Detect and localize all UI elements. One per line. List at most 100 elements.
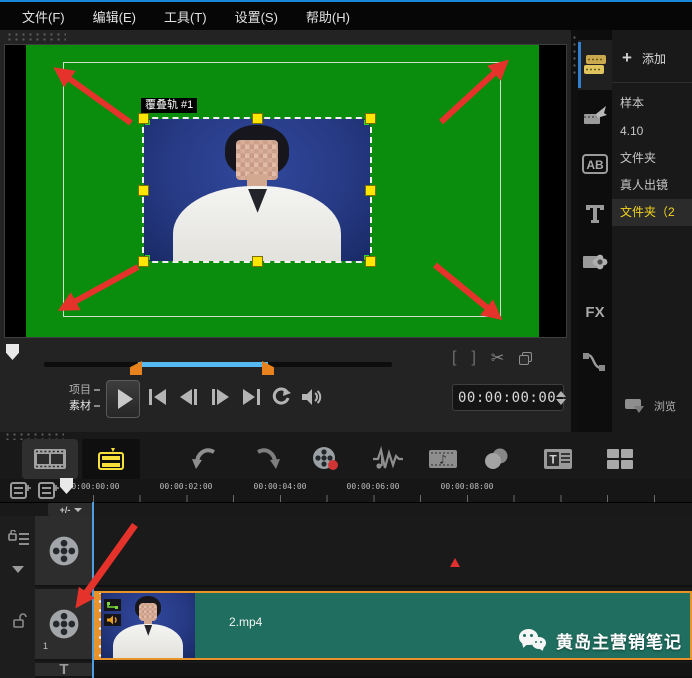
svg-text:AB: AB (586, 158, 604, 172)
enlarge-preview-icon[interactable] (519, 352, 532, 365)
film-reel-icon (46, 533, 82, 569)
go-start-icon[interactable] (146, 386, 170, 408)
svg-text:♪: ♪ (439, 453, 447, 467)
video-editor-window: 文件(F) 编辑(E) 工具(T) 设置(S) 帮助(H) (0, 0, 692, 678)
transitions-icon[interactable] (578, 94, 612, 138)
chevron-down-icon (74, 508, 82, 512)
title-track-row[interactable] (93, 663, 692, 678)
menu-bar: 文件(F) 编辑(E) 工具(T) 设置(S) 帮助(H) (0, 0, 692, 30)
mode-project[interactable]: 项目 (69, 382, 91, 398)
wechat-icon (519, 629, 549, 653)
resize-handle-br[interactable] (365, 256, 376, 267)
track-add-remove-button[interactable]: +/- (48, 503, 94, 516)
resize-handle-tr[interactable] (365, 113, 376, 124)
filters-fx-icon[interactable]: FX (578, 290, 612, 334)
menu-item-settings[interactable]: 设置(S) (235, 7, 278, 26)
auto-music-icon[interactable]: ♪ (425, 443, 461, 475)
watermark: 黄岛主营销笔记 (519, 628, 682, 653)
play-button[interactable] (106, 380, 140, 418)
preview-screen: 覆叠轨 #1 (4, 44, 567, 338)
library-item-sample[interactable]: 样本 (612, 90, 692, 117)
top-section: 覆叠轨 #1 [ ] ✂ (0, 30, 692, 432)
title-track-icon: T (59, 663, 68, 677)
ruler-label-0s: 00:00:00:00 (67, 482, 120, 491)
painting-creator-icon[interactable] (479, 443, 515, 475)
motion-path-icon[interactable] (578, 340, 612, 384)
collapse-tracks-icon[interactable] (12, 566, 24, 573)
redo-icon[interactable] (249, 443, 285, 475)
add-button[interactable]: + 添加 (622, 48, 666, 68)
chapter-marker[interactable] (450, 558, 460, 567)
go-end-icon[interactable] (239, 386, 263, 408)
add-overlay-track-icon[interactable] (38, 482, 59, 499)
menu-item-file[interactable]: 文件(F) (22, 7, 65, 26)
track-manager-icon[interactable] (602, 443, 638, 475)
library-item-oncamera[interactable]: 真人出镜 (612, 172, 692, 199)
resize-handle-bl[interactable] (138, 256, 149, 267)
record-capture-icon[interactable] (307, 443, 343, 475)
motion-keyframe-icon (104, 599, 121, 611)
next-frame-icon[interactable] (208, 386, 232, 408)
media-library-icon[interactable] (578, 40, 612, 90)
trim-range[interactable] (138, 362, 268, 367)
playback-mode-switch: 项目 素材 (60, 382, 100, 414)
title-track-header[interactable]: T (35, 663, 93, 678)
timeline-view-icon[interactable] (82, 439, 140, 479)
track-options-rail (0, 516, 35, 678)
panel-drag-handle[interactable] (6, 32, 66, 41)
ruler-label-6s: 00:00:06:00 (347, 482, 400, 491)
track-unlock-icon[interactable] (12, 612, 27, 629)
library-category-strip: AB FX (578, 30, 612, 432)
storyboard-view-icon[interactable] (22, 439, 78, 479)
menu-item-help[interactable]: 帮助(H) (306, 7, 350, 26)
scrub-position-marker[interactable] (6, 344, 19, 360)
library-item-folder[interactable]: 文件夹 (612, 145, 692, 172)
volume-icon[interactable] (299, 386, 323, 408)
overlay-track-header[interactable]: 1 (35, 589, 93, 661)
resize-handle-mr[interactable] (365, 185, 376, 196)
graphics-icon[interactable] (578, 240, 612, 284)
mark-out-icon[interactable]: ] (471, 349, 475, 367)
overlay-track-number: 1 (43, 641, 48, 651)
mark-in-icon[interactable]: [ (452, 349, 456, 367)
prev-frame-icon[interactable] (177, 386, 201, 408)
undo-icon[interactable] (187, 443, 223, 475)
repeat-icon[interactable] (270, 386, 292, 408)
browse-button[interactable]: 浏览 (624, 398, 676, 414)
ruler-label-2s: 00:00:02:00 (160, 482, 213, 491)
resize-handle-bc[interactable] (252, 256, 263, 267)
resize-handle-ml[interactable] (138, 185, 149, 196)
timecode-spinner[interactable] (556, 391, 566, 405)
title-ab-icon[interactable]: AB (578, 142, 612, 186)
split-scissors-icon[interactable]: ✂ (491, 348, 504, 368)
subtitle-editor-icon[interactable]: T (540, 443, 576, 475)
presenter-video (144, 119, 370, 261)
timeline-toolbar: ♪ T (0, 437, 692, 479)
resize-handle-tc[interactable] (252, 113, 263, 124)
sound-mixer-icon[interactable] (370, 443, 406, 475)
menu-item-tools[interactable]: 工具(T) (164, 7, 207, 26)
timeline-playhead-line[interactable] (92, 502, 94, 678)
timeline-ruler[interactable]: 00:00:00:00 00:00:02:00 00:00:04:00 00:0… (0, 479, 692, 503)
panel-divider[interactable] (571, 30, 578, 432)
ripple-edit-icon[interactable] (8, 530, 30, 548)
timecode-display[interactable]: 00:00:00:00 (452, 384, 564, 411)
title-text-icon[interactable] (578, 192, 612, 236)
menu-item-edit[interactable]: 编辑(E) (93, 7, 136, 26)
clip-filename: 2.mp4 (229, 615, 262, 629)
mode-clip[interactable]: 素材 (69, 398, 91, 414)
timeline-clip-2mp4[interactable]: 2.mp4 黄岛主营销笔记 (93, 591, 692, 660)
plus-icon: + (622, 48, 632, 68)
overlay-clip-selection[interactable] (142, 117, 372, 263)
video-track-header[interactable] (35, 516, 93, 587)
library-item-folder2-selected[interactable]: 文件夹（2 (612, 199, 692, 226)
ruler-label-8s: 00:00:08:00 (441, 482, 494, 491)
play-icon (118, 389, 133, 409)
add-video-track-icon[interactable] (10, 482, 31, 499)
clip-audio-icon (104, 614, 121, 626)
film-reel-icon (46, 606, 82, 642)
video-track-row[interactable] (93, 516, 692, 587)
library-item-410[interactable]: 4.10 (612, 118, 692, 145)
watermark-text: 黄岛主营销笔记 (556, 628, 682, 653)
resize-handle-tl[interactable] (138, 113, 149, 124)
